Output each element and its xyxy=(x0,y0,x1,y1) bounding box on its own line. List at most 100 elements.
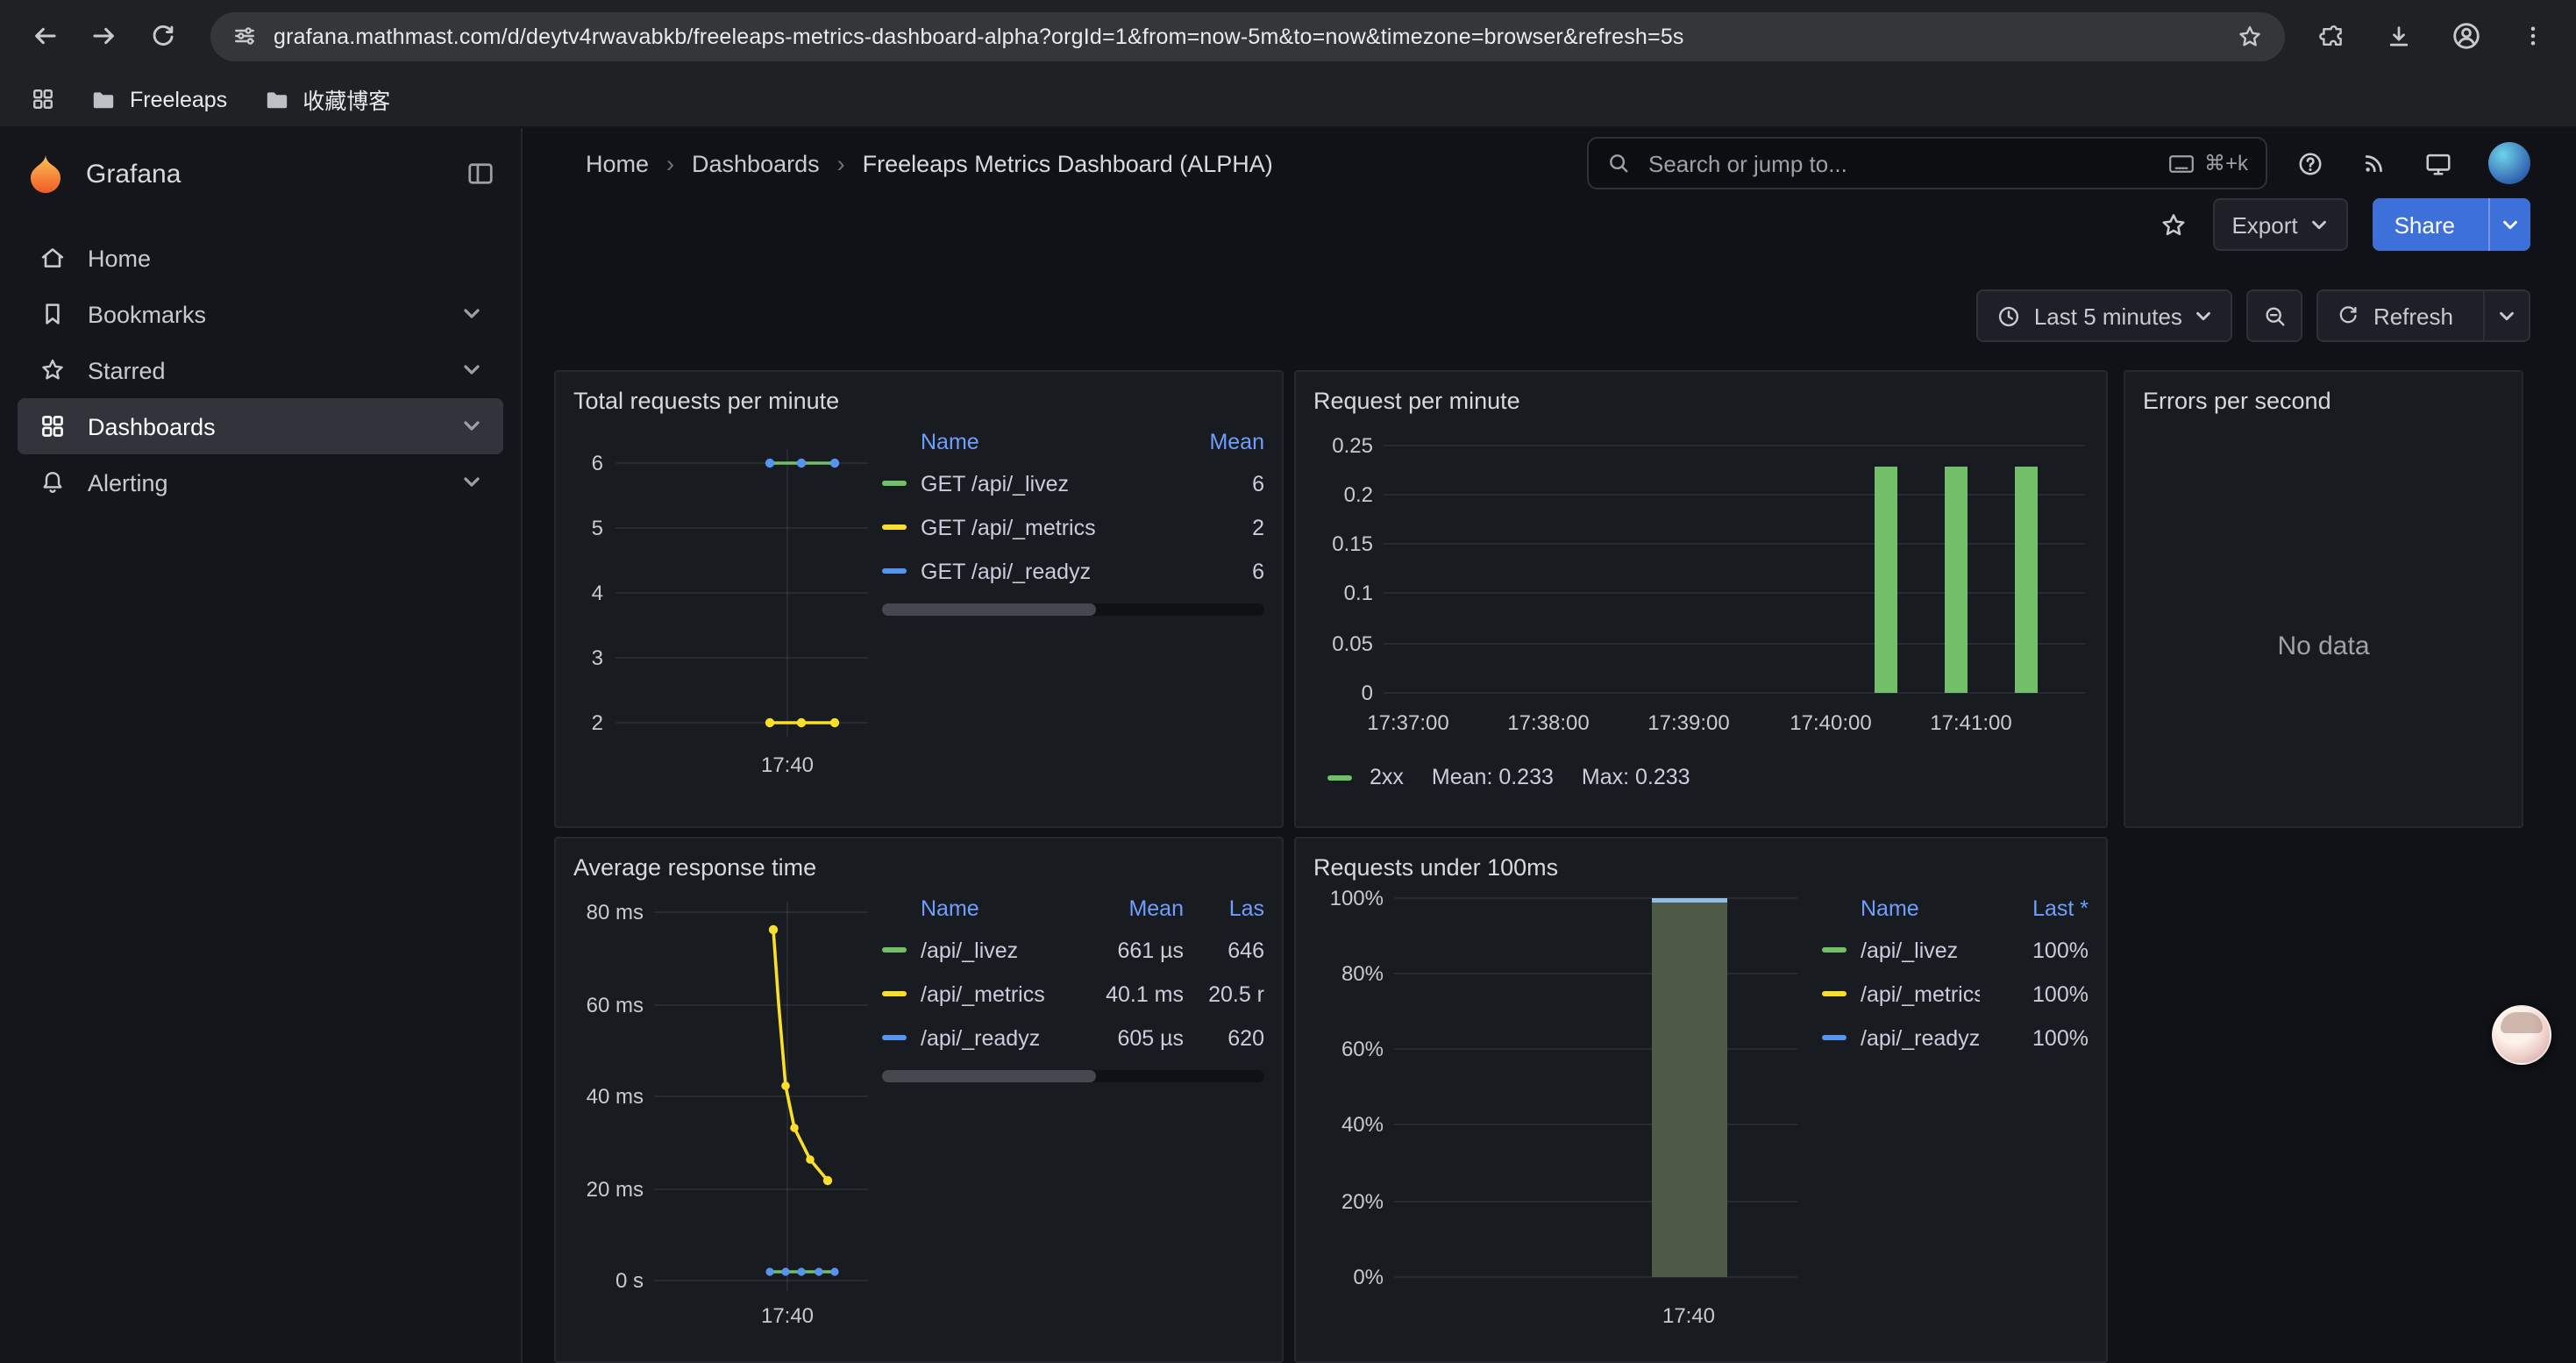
breadcrumb-home[interactable]: Home xyxy=(586,150,649,176)
zoom-out-icon xyxy=(2262,303,2288,329)
sidebar-item-alerting[interactable]: Alerting xyxy=(18,454,503,510)
chevron-down-icon xyxy=(2310,215,2330,234)
panel-title[interactable]: Request per minute xyxy=(1313,382,2089,421)
legend-header-name[interactable]: Name xyxy=(882,896,1075,920)
legend-header-name[interactable]: Name xyxy=(1822,896,1980,920)
grafana-logo[interactable] xyxy=(25,153,67,195)
profile-button[interactable] xyxy=(2439,10,2492,62)
legend-header-last[interactable]: Las xyxy=(1184,896,1264,920)
bookmark-folder-blogs[interactable]: 收藏博客 xyxy=(253,77,399,121)
screen: grafana.mathmast.com/d/deytv4rwavabkb/fr… xyxy=(0,0,2576,1363)
refresh-icon xyxy=(2337,303,2361,328)
apps-grid-button[interactable] xyxy=(21,78,63,120)
svg-text:17:38:00: 17:38:00 xyxy=(1507,711,1589,735)
site-settings-icon[interactable] xyxy=(231,23,258,49)
back-button[interactable] xyxy=(18,10,70,62)
series-name[interactable]: GET /api/_readyz xyxy=(921,559,1156,583)
series-name[interactable]: GET /api/_livez xyxy=(921,471,1156,496)
legend-row: /api/_livez 100% xyxy=(1822,928,2089,972)
refresh-action[interactable]: Refresh xyxy=(2319,291,2471,340)
bookmark-star-icon[interactable] xyxy=(2236,22,2264,50)
svg-text:60 ms: 60 ms xyxy=(587,994,644,1017)
sidebar-item-label: Home xyxy=(88,245,151,271)
reload-icon xyxy=(149,22,177,50)
user-avatar[interactable] xyxy=(2488,142,2530,184)
downloads-button[interactable] xyxy=(2373,10,2425,62)
panel-request-per-minute: Request per minute 0.25 0.2 0.15 0.1 xyxy=(1294,370,2108,828)
news-rss-button[interactable] xyxy=(2360,149,2388,177)
chevron-down-icon[interactable] xyxy=(461,416,482,437)
address-bar[interactable]: grafana.mathmast.com/d/deytv4rwavabkb/fr… xyxy=(210,11,2285,61)
extensions-button[interactable] xyxy=(2306,10,2359,62)
zoom-out-time-button[interactable] xyxy=(2247,289,2303,342)
legend-header-last[interactable]: Last * xyxy=(1980,896,2089,920)
search-input[interactable] xyxy=(1645,148,2153,178)
sidebar-item-dashboards[interactable]: Dashboards xyxy=(18,398,503,454)
legend-row: /api/_metrics 40.1 ms 20.5 r xyxy=(882,972,1264,1016)
legend-row: /api/_metrics 100% xyxy=(1822,972,2089,1016)
bookmark-folder-freeleaps[interactable]: Freeleaps xyxy=(81,80,236,118)
sidebar-item-starred[interactable]: Starred xyxy=(18,342,503,398)
scrollbar-thumb[interactable] xyxy=(882,603,1096,616)
panel-title[interactable]: Requests under 100ms xyxy=(1313,849,2089,888)
series-name[interactable]: /api/_metrics xyxy=(1861,981,1980,1006)
legend-scrollbar[interactable] xyxy=(882,1070,1264,1082)
total-requests-chart: 6 5 4 3 2 17:40 xyxy=(573,421,872,789)
chevron-down-icon xyxy=(2501,215,2520,234)
series-last: 100% xyxy=(1980,1025,2089,1050)
series-swatch xyxy=(882,947,907,953)
series-name[interactable]: 2xx xyxy=(1370,765,1404,789)
series-mean: 6 xyxy=(1156,559,1264,583)
series-name[interactable]: /api/_livez xyxy=(921,938,1075,962)
reload-button[interactable] xyxy=(137,10,189,62)
sidebar-item-label: Starred xyxy=(88,357,166,383)
panel-title[interactable]: Errors per second xyxy=(2143,382,2504,421)
app-header: Home › Dashboards › Freeleaps Metrics Da… xyxy=(523,128,2576,198)
chevron-down-icon[interactable] xyxy=(461,303,482,325)
star-dashboard-button[interactable] xyxy=(2158,210,2188,239)
time-range-picker[interactable]: Last 5 minutes xyxy=(1976,289,2233,342)
series-name[interactable]: /api/_livez xyxy=(1861,938,1980,962)
browser-menu-button[interactable] xyxy=(2506,10,2558,62)
chevron-down-icon[interactable] xyxy=(461,472,482,493)
breadcrumb-dashboards[interactable]: Dashboards xyxy=(692,150,820,176)
sidebar-item-bookmarks[interactable]: Bookmarks xyxy=(18,286,503,342)
svg-text:2: 2 xyxy=(592,711,603,735)
series-swatch xyxy=(1327,774,1352,780)
legend-header-mean[interactable]: Mean xyxy=(1075,896,1184,920)
legend-header-name[interactable]: Name xyxy=(882,429,1156,453)
share-button[interactable]: Share xyxy=(2373,198,2530,251)
refresh-button[interactable]: Refresh xyxy=(2317,289,2530,342)
export-button[interactable]: Export xyxy=(2212,198,2348,251)
sidebar-collapse-button[interactable] xyxy=(465,158,496,189)
legend-scrollbar[interactable] xyxy=(882,603,1264,616)
bookmark-label: Freeleaps xyxy=(130,87,227,111)
series-last: 100% xyxy=(1980,981,2089,1006)
series-name[interactable]: /api/_readyz xyxy=(1861,1025,1980,1050)
series-swatch xyxy=(882,481,907,486)
series-last: 20.5 r xyxy=(1184,981,1264,1006)
svg-text:0 s: 0 s xyxy=(616,1269,644,1293)
series-swatch xyxy=(1822,991,1847,996)
assistant-avatar[interactable] xyxy=(2492,1005,2551,1065)
search-box[interactable]: ⌘+k xyxy=(1587,137,2267,189)
share-label[interactable]: Share xyxy=(2373,198,2476,251)
scrollbar-thumb[interactable] xyxy=(882,1070,1096,1082)
url-text[interactable]: grafana.mathmast.com/d/deytv4rwavabkb/fr… xyxy=(274,24,2236,48)
breadcrumb-current: Freeleaps Metrics Dashboard (ALPHA) xyxy=(863,150,1273,176)
series-name[interactable]: /api/_readyz xyxy=(921,1025,1075,1050)
kiosk-mode-button[interactable] xyxy=(2423,148,2453,178)
legend-header-mean[interactable]: Mean xyxy=(1156,429,1264,453)
series-swatch xyxy=(882,991,907,996)
help-button[interactable] xyxy=(2295,148,2325,178)
forward-button[interactable] xyxy=(77,10,130,62)
series-name[interactable]: GET /api/_metrics xyxy=(921,515,1156,539)
series-mean: 40.1 ms xyxy=(1075,981,1184,1006)
panel-title[interactable]: Total requests per minute xyxy=(573,382,1264,421)
sidebar-item-home[interactable]: Home xyxy=(18,230,503,286)
refresh-interval-menu[interactable] xyxy=(2483,291,2529,340)
share-menu-button[interactable] xyxy=(2488,198,2530,251)
chevron-down-icon[interactable] xyxy=(461,360,482,381)
panel-title[interactable]: Average response time xyxy=(573,849,1264,888)
series-name[interactable]: /api/_metrics xyxy=(921,981,1075,1006)
